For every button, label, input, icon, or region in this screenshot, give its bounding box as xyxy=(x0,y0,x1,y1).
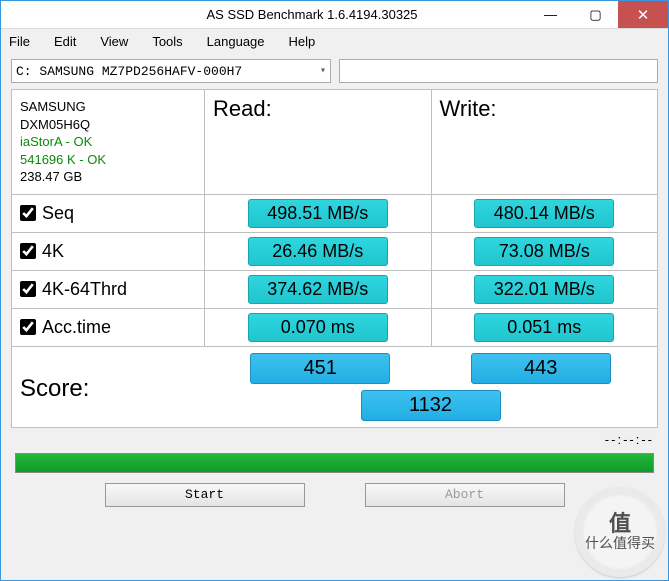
menu-tools[interactable]: Tools xyxy=(152,34,182,49)
4k64-write: 322.01 MB/s xyxy=(474,275,614,304)
write-header: Write: xyxy=(431,90,658,194)
seq-write: 480.14 MB/s xyxy=(474,199,614,228)
info-driver: iaStorA - OK xyxy=(20,133,106,151)
4k-write: 73.08 MB/s xyxy=(474,237,614,266)
results-panel: SAMSUNG DXM05H6Q iaStorA - OK 541696 K -… xyxy=(11,89,658,428)
window-title: AS SSD Benchmark 1.6.4194.30325 xyxy=(96,7,528,22)
button-row: Start Abort xyxy=(1,481,668,515)
menu-file[interactable]: File xyxy=(9,34,30,49)
score-read: 451 xyxy=(250,353,390,384)
score-write: 443 xyxy=(471,353,611,384)
chevron-down-icon: ▾ xyxy=(320,65,326,77)
watermark-icon: 值 什么值得买 xyxy=(575,487,665,577)
window-controls: — ▢ ✕ xyxy=(528,1,668,28)
row-acc: Acc.time 0.070 ms 0.051 ms xyxy=(12,309,657,347)
elapsed-time: --:--:-- xyxy=(605,432,654,447)
secondary-field[interactable] xyxy=(339,59,658,83)
maximize-button[interactable]: ▢ xyxy=(573,1,618,28)
minimize-button[interactable]: — xyxy=(528,1,573,28)
progress-bar xyxy=(15,453,654,473)
acc-read: 0.070 ms xyxy=(248,313,388,342)
info-alignment: 541696 K - OK xyxy=(20,151,106,169)
acc-checkbox[interactable] xyxy=(20,319,36,335)
menu-view[interactable]: View xyxy=(100,34,128,49)
4k64-label: 4K-64Thrd xyxy=(42,279,127,300)
watermark-text: 什么值得买 xyxy=(585,536,655,551)
read-header: Read: xyxy=(204,90,431,194)
drive-info: SAMSUNG DXM05H6Q iaStorA - OK 541696 K -… xyxy=(12,90,204,194)
drive-select[interactable]: C: SAMSUNG MZ7PD256HAFV-000H7 ▾ xyxy=(11,59,331,83)
info-model: SAMSUNG xyxy=(20,98,106,116)
row-4k64: 4K-64Thrd 374.62 MB/s 322.01 MB/s xyxy=(12,271,657,309)
seq-label: Seq xyxy=(42,203,74,224)
info-firmware: DXM05H6Q xyxy=(20,116,106,134)
seq-checkbox[interactable] xyxy=(20,205,36,221)
score-total: 1132 xyxy=(361,390,501,421)
start-button[interactable]: Start xyxy=(105,483,305,507)
row-score: Score: 451 443 1132 xyxy=(12,347,657,427)
menubar: File Edit View Tools Language Help xyxy=(1,29,668,53)
score-body: 451 443 1132 xyxy=(204,347,657,427)
4k-checkbox[interactable] xyxy=(20,243,36,259)
4k-label: 4K xyxy=(42,241,64,262)
score-label: Score: xyxy=(12,347,204,427)
info-capacity: 238.47 GB xyxy=(20,168,106,186)
4k64-checkbox[interactable] xyxy=(20,281,36,297)
acc-write: 0.051 ms xyxy=(474,313,614,342)
row-seq: Seq 498.51 MB/s 480.14 MB/s xyxy=(12,195,657,233)
menu-help[interactable]: Help xyxy=(289,34,316,49)
menu-edit[interactable]: Edit xyxy=(54,34,76,49)
titlebar: AS SSD Benchmark 1.6.4194.30325 — ▢ ✕ xyxy=(1,1,668,29)
acc-label: Acc.time xyxy=(42,317,111,338)
watermark-char: 值 xyxy=(609,512,631,536)
4k-read: 26.46 MB/s xyxy=(248,237,388,266)
status-row: --:--:-- xyxy=(1,428,668,451)
drive-row: C: SAMSUNG MZ7PD256HAFV-000H7 ▾ xyxy=(1,53,668,89)
abort-button: Abort xyxy=(365,483,565,507)
row-4k: 4K 26.46 MB/s 73.08 MB/s xyxy=(12,233,657,271)
seq-read: 498.51 MB/s xyxy=(248,199,388,228)
menu-language[interactable]: Language xyxy=(207,34,265,49)
close-button[interactable]: ✕ xyxy=(618,1,668,28)
4k64-read: 374.62 MB/s xyxy=(248,275,388,304)
drive-selected: C: SAMSUNG MZ7PD256HAFV-000H7 xyxy=(16,64,242,79)
header-row: SAMSUNG DXM05H6Q iaStorA - OK 541696 K -… xyxy=(12,90,657,195)
app-window: AS SSD Benchmark 1.6.4194.30325 — ▢ ✕ Fi… xyxy=(0,0,669,581)
